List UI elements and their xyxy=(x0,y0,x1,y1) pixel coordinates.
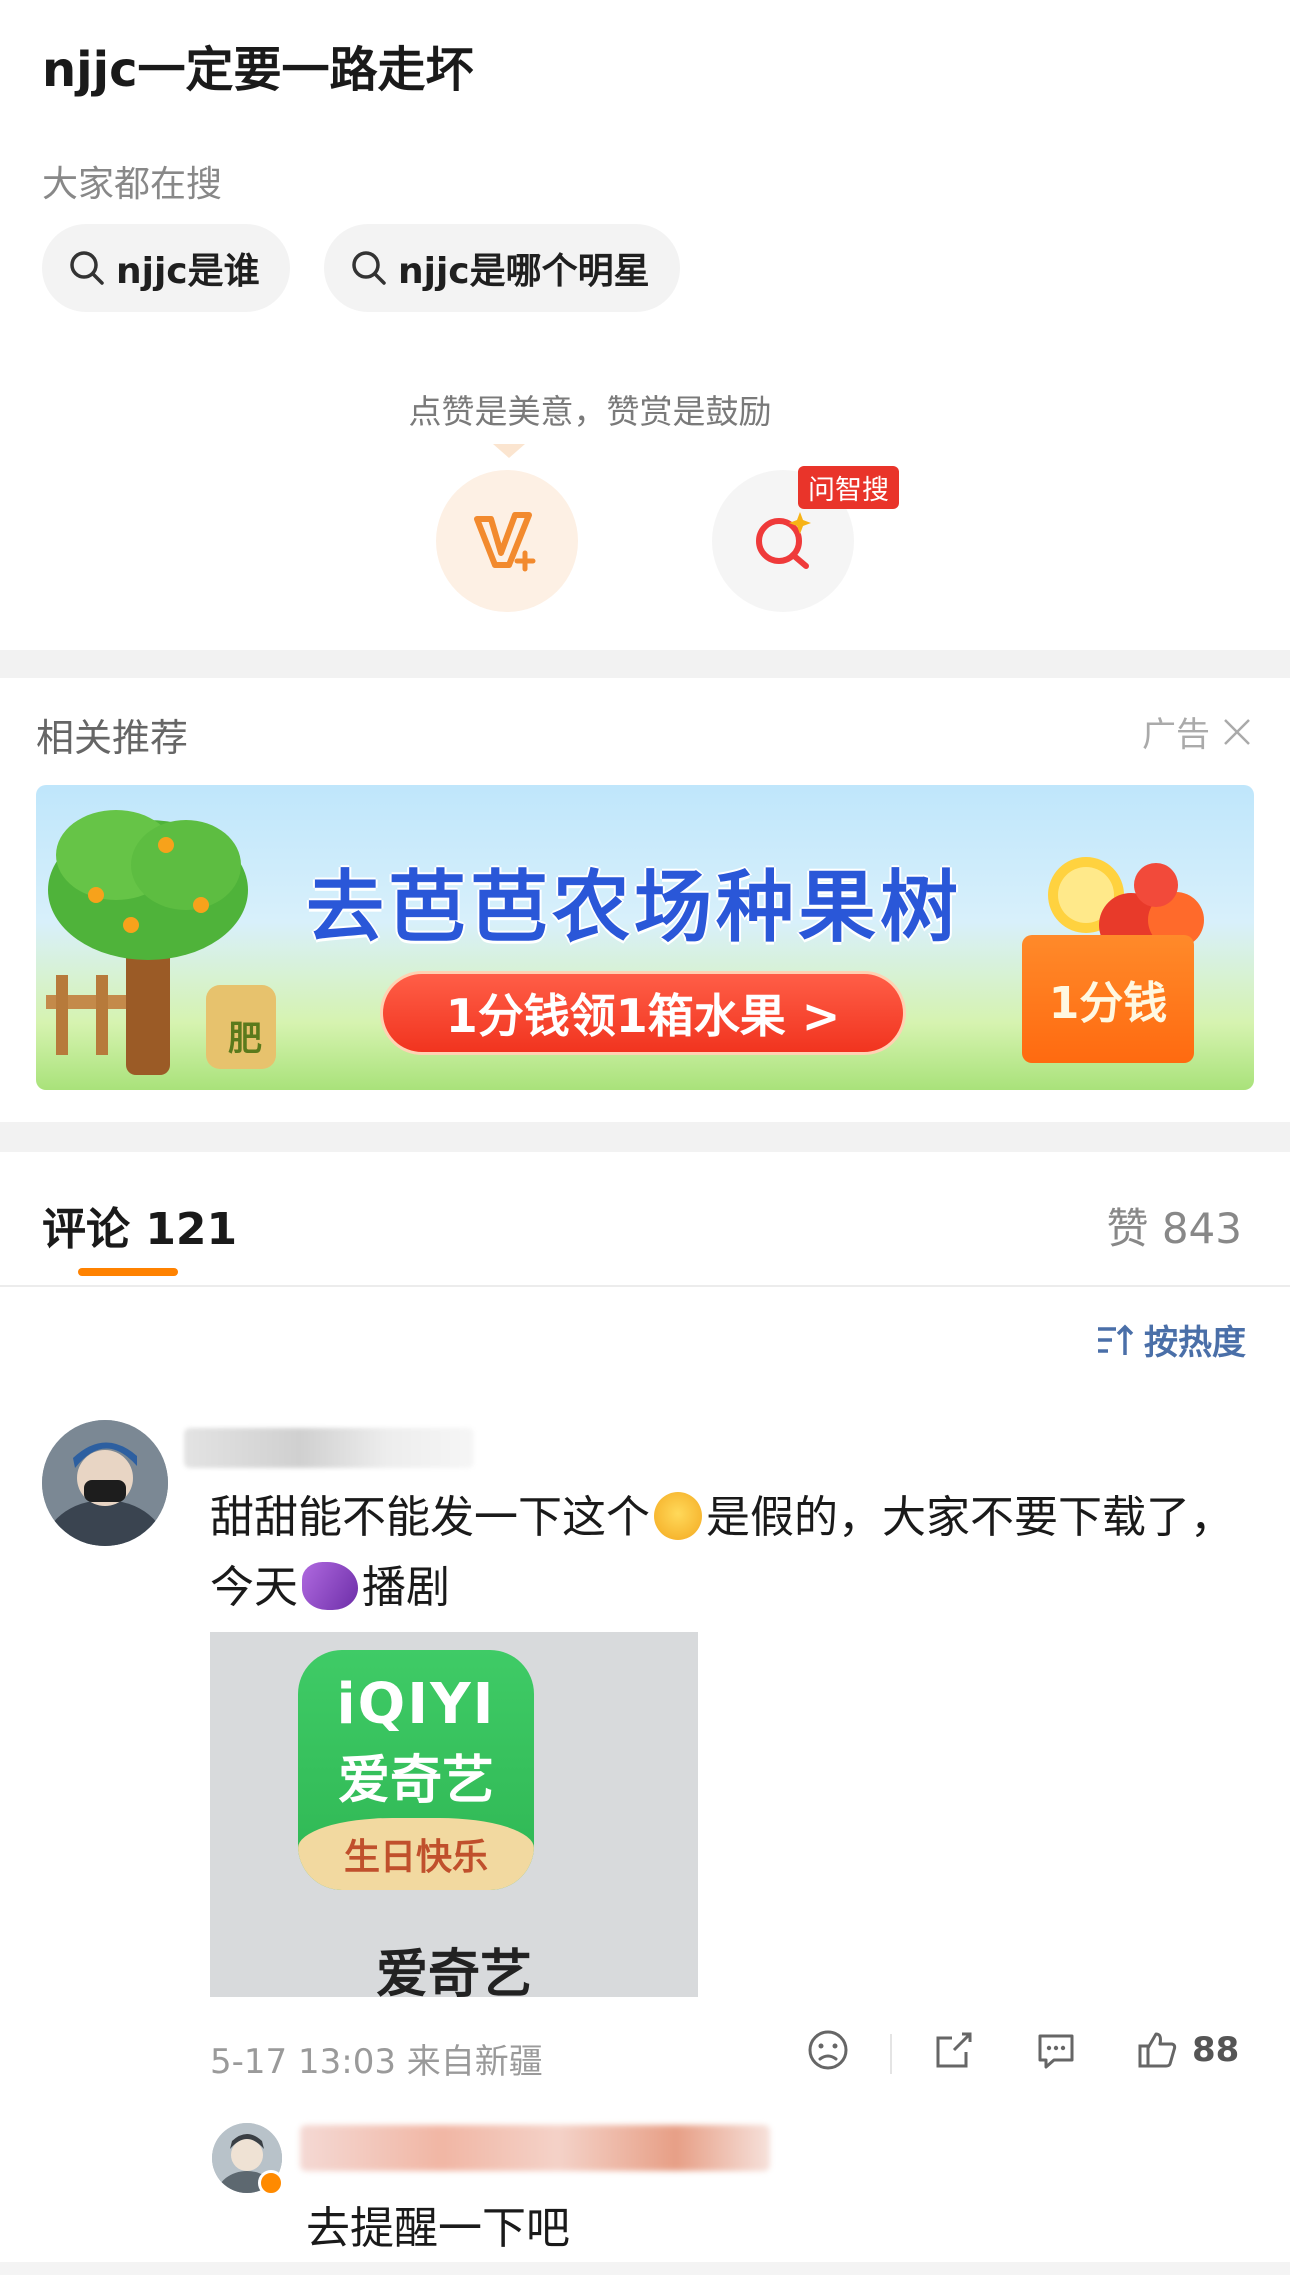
header-divider xyxy=(0,1285,1290,1287)
verified-badge-icon xyxy=(258,2170,284,2196)
avatar[interactable] xyxy=(42,1420,168,1546)
ad-label: 广告 xyxy=(1142,715,1210,755)
ad-headline: 去芭芭农场种果树 xyxy=(306,863,963,953)
reply-text: 去提醒一下吧 xyxy=(306,2203,570,2254)
ad-fruit-box: 1分钱 xyxy=(1022,935,1194,1063)
like-count: 88 xyxy=(1192,2030,1240,2070)
search-icon xyxy=(70,251,104,285)
comment-text: 甜甜能不能发一下这个 是假的，大家不要下载了，今天 播剧 xyxy=(210,1483,1250,1623)
share-button[interactable] xyxy=(932,2028,976,2072)
sort-icon xyxy=(1098,1324,1134,1355)
sort-button[interactable]: 按热度 xyxy=(1096,1315,1246,1364)
dislike-face-icon xyxy=(808,2030,848,2070)
comment-icon xyxy=(1038,2034,1074,2069)
search-suggestion-chip[interactable]: njjc是哪个明星 xyxy=(324,224,680,312)
share-icon xyxy=(936,2032,972,2068)
praise-hint: 点赞是美意，赞赏是鼓励 xyxy=(408,392,772,431)
comment-meta: 5-17 13:03 来自新疆 xyxy=(210,2042,543,2082)
active-tab-indicator xyxy=(78,1268,178,1276)
reply-username-redacted[interactable] xyxy=(300,2125,770,2171)
comment-text-part: 播剧 xyxy=(362,1562,450,1613)
search-suggestion-chip[interactable]: njjc是谁 xyxy=(42,224,290,312)
comment-image[interactable]: iQIYI 爱奇艺 生日快乐 爱奇艺 xyxy=(210,1632,698,1997)
username-redacted[interactable] xyxy=(184,1428,474,1468)
search-suggestion-label: njjc是哪个明星 xyxy=(398,251,650,292)
app-caption: 爱奇艺 xyxy=(375,1945,532,1997)
bottom-edge xyxy=(0,2262,1290,2275)
app-icon-ribbon: 生日快乐 xyxy=(298,1818,534,1890)
search-suggestion-label: njjc是谁 xyxy=(116,251,260,292)
hint-caret xyxy=(493,444,525,458)
action-separator xyxy=(890,2034,892,2074)
ad-cta-button[interactable]: 1分钱领1箱水果 > xyxy=(380,971,906,1055)
sort-label: 按热度 xyxy=(1144,1323,1246,1363)
ad-banner[interactable]: 肥 去芭芭农场种果树 1分钱领1箱水果 > 1分钱 xyxy=(36,785,1254,1090)
app-icon-name: 爱奇艺 xyxy=(337,1751,494,1811)
fertilizer-bag-label: 肥 xyxy=(228,1019,262,1059)
reward-button[interactable] xyxy=(436,470,578,612)
avatar-image xyxy=(42,1420,168,1546)
reply-button[interactable] xyxy=(1034,2028,1078,2072)
eggplant-emoji-icon xyxy=(302,1562,358,1610)
iqiyi-app-icon: iQIYI 爱奇艺 生日快乐 xyxy=(298,1650,534,1890)
comment-text-part: 甜甜能不能发一下这个 xyxy=(210,1492,650,1543)
search-section-label: 大家都在搜 xyxy=(42,164,223,205)
search-icon xyxy=(352,251,386,285)
reward-v-icon xyxy=(474,512,536,572)
page-title: njjc一定要一路走坏 xyxy=(42,42,474,98)
dislike-button[interactable] xyxy=(806,2028,850,2072)
section-divider xyxy=(0,650,1290,678)
tab-likes[interactable]: 赞 843 xyxy=(1106,1195,1242,1256)
thumbs-up-icon xyxy=(1138,2032,1177,2068)
close-icon[interactable] xyxy=(1222,717,1252,747)
tab-comments[interactable]: 评论 121 xyxy=(42,1193,237,1257)
ask-search-icon xyxy=(756,512,811,569)
like-button[interactable]: 88 xyxy=(1136,2028,1239,2072)
app-icon-brand: iQIYI xyxy=(336,1672,496,1737)
ask-search-badge: 问智搜 xyxy=(798,466,899,509)
section-divider xyxy=(0,1122,1290,1152)
crying-emoji-icon xyxy=(654,1492,702,1540)
recommend-title: 相关推荐 xyxy=(36,716,189,760)
